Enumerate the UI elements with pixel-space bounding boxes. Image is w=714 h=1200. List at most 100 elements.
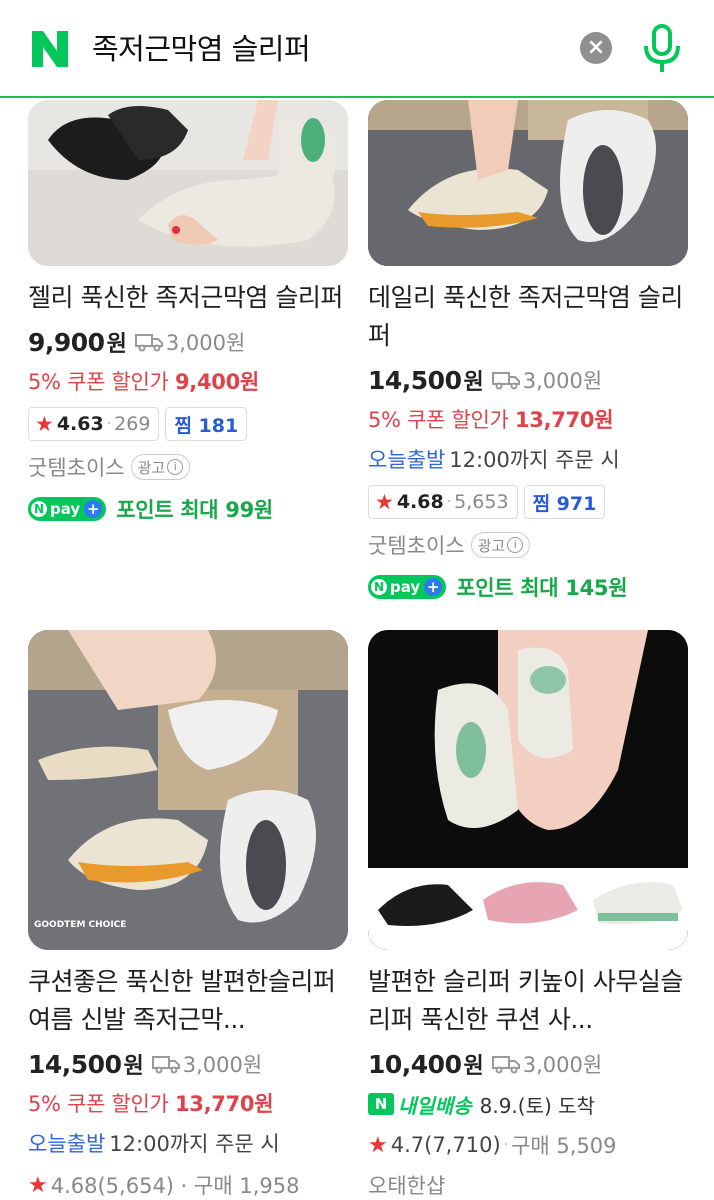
product-title[interactable]: 데일리 푹신한 족저근막염 슬리퍼 <box>368 279 688 355</box>
npay-label: pay <box>50 500 81 518</box>
rating-count: 269 <box>114 413 151 435</box>
truck-icon <box>151 1056 180 1074</box>
coupon-value: 9,400원 <box>174 370 259 394</box>
price: 10,400 <box>368 1049 462 1079</box>
product-image[interactable]: GOODTEM CHOICE <box>28 630 348 950</box>
purchase-count: 구매 5,509 <box>511 1134 617 1158</box>
product-title[interactable]: 젤리 푹신한 족저근막염 슬리퍼 <box>28 279 348 317</box>
ad-badge[interactable]: 광고 i <box>130 454 191 480</box>
price-unit: 원 <box>123 1054 144 1079</box>
product-image[interactable] <box>28 100 348 266</box>
shipping-fee: 3,000원 <box>491 1049 603 1079</box>
truck-icon <box>134 334 163 352</box>
price: 14,500 <box>28 1049 122 1079</box>
rating-row: ★ 4.7(7,710) · 구매 5,509 <box>368 1125 688 1165</box>
rating-value: 4.68 <box>396 491 444 513</box>
shop-row: 굿템초이스 광고 i <box>28 447 348 487</box>
coupon-price: 5% 쿠폰 할인가 9,400원 <box>28 363 348 401</box>
today-cutoff: 12:00까지 주문 시 <box>109 1132 280 1156</box>
info-icon: i <box>507 537 524 553</box>
delivery-row: N 내일배송 8.9.(토) 도착 <box>368 1085 688 1123</box>
search-header: 족저근막염 슬리퍼 × <box>0 0 714 98</box>
product-title[interactable]: 쿠션좋은 푹신한 발편한슬리퍼 여름 신발 족저근막... <box>28 963 348 1039</box>
npay-badge: Npay + <box>28 497 107 521</box>
plus-icon: + <box>424 578 443 596</box>
coupon-value: 13,770원 <box>514 408 614 432</box>
price-unit: 원 <box>106 332 127 357</box>
star-icon: ★ <box>375 490 394 514</box>
coupon-value: 13,770원 <box>174 1092 274 1116</box>
npay-row: Npay + 포인트 최대 99원 <box>28 489 348 529</box>
coupon-label: 5% 쿠폰 할인가 <box>368 408 509 432</box>
image-watermark: GOODTEM CHOICE <box>34 920 127 930</box>
separator: · <box>446 494 452 510</box>
npay-label: pay <box>390 578 421 596</box>
naver-n-icon: N <box>368 1093 394 1115</box>
product-card[interactable]: 데일리 푹신한 족저근막염 슬리퍼 14,500 원 3,000원 5% 쿠폰 … <box>368 100 688 607</box>
price-unit: 원 <box>463 370 484 395</box>
price-row: 14,500 원 3,000원 <box>28 1045 348 1083</box>
shipping-fee: 3,000원 <box>151 1049 263 1079</box>
coupon-label: 5% 쿠폰 할인가 <box>28 1092 169 1116</box>
product-card[interactable]: 발편한 슬리퍼 키높이 사무실슬리퍼 푹신한 쿠션 사... 10,400 원 … <box>368 630 688 1200</box>
point-text: 포인트 최대 99원 <box>116 498 273 522</box>
shop-row: 오태한샵 <box>368 1165 688 1200</box>
rating-value: 4.63 <box>56 413 104 435</box>
rating-count: 5,653 <box>454 491 509 513</box>
product-title[interactable]: 발편한 슬리퍼 키높이 사무실슬리퍼 푹신한 쿠션 사... <box>368 963 688 1039</box>
rating-badge: ★ 4.68 · 5,653 <box>368 485 518 519</box>
shop-row: 굿템초이스 광고 i <box>368 525 688 565</box>
price-row: 14,500 원 3,000원 <box>368 361 688 399</box>
point-text: 포인트 최대 145원 <box>456 576 628 600</box>
today-shipping: 오늘출발 12:00까지 주문 시 <box>28 1125 348 1163</box>
ad-label: 광고 <box>137 458 166 477</box>
price: 9,900 <box>28 327 105 357</box>
ad-label: 광고 <box>477 536 506 555</box>
star-icon: ★ <box>28 1172 48 1198</box>
price: 14,500 <box>368 365 462 395</box>
price-unit: 원 <box>463 1054 484 1079</box>
product-image[interactable] <box>368 630 688 950</box>
zzim-badge[interactable]: 찜 971 <box>523 485 606 519</box>
shop-name[interactable]: 오태한샵 <box>368 1170 445 1200</box>
info-icon: i <box>167 459 184 475</box>
ad-badge[interactable]: 광고 i <box>470 532 531 558</box>
shipping-fee: 3,000원 <box>491 365 602 395</box>
separator: · <box>106 416 112 432</box>
rating-row: ★ 4.68(5,654) · 구매 1,958 <box>28 1165 348 1200</box>
shop-name[interactable]: 굿템초이스 <box>28 452 125 482</box>
product-card[interactable]: 젤리 푹신한 족저근막염 슬리퍼 9,900 원 3,000원 5% 쿠폰 할인… <box>28 100 348 529</box>
today-label: 오늘출발 <box>368 448 446 472</box>
price-row: 10,400 원 3,000원 <box>368 1045 688 1083</box>
badge-row: ★ 4.63 · 269 찜 181 <box>28 405 348 443</box>
today-cutoff: 12:00까지 주문 시 <box>449 448 620 472</box>
clear-search-button[interactable]: × <box>580 32 612 64</box>
zzim-badge[interactable]: 찜 181 <box>165 407 248 441</box>
coupon-label: 5% 쿠폰 할인가 <box>28 370 169 394</box>
rating-badge: ★ 4.63 · 269 <box>28 407 160 441</box>
search-input[interactable]: 족저근막염 슬리퍼 <box>92 30 311 68</box>
delivery-date: 8.9.(토) 도착 <box>479 1093 595 1118</box>
star-icon: ★ <box>35 412 54 436</box>
truck-icon <box>491 372 520 390</box>
naver-n-icon: N <box>371 579 387 595</box>
delivery-label: 내일배송 <box>398 1093 472 1118</box>
product-image[interactable] <box>368 100 688 266</box>
plus-icon: + <box>84 500 103 518</box>
rating-summary: 4.68(5,654) · 구매 1,958 <box>50 1174 300 1198</box>
price-row: 9,900 원 3,000원 <box>28 323 348 361</box>
voice-search-icon[interactable] <box>640 22 684 74</box>
shop-name[interactable]: 굿템초이스 <box>368 530 465 560</box>
today-label: 오늘출발 <box>28 1132 106 1156</box>
product-card[interactable]: GOODTEM CHOICE 쿠션좋은 푹신한 발편한슬리퍼 여름 신발 족저근… <box>28 630 348 1200</box>
rating-value: 4.7(7,710) <box>390 1133 501 1157</box>
naver-logo-icon[interactable] <box>30 29 70 69</box>
shipping-fee-value: 3,000원 <box>165 331 246 355</box>
today-shipping: 오늘출발 12:00까지 주문 시 <box>368 441 688 479</box>
badge-row: ★ 4.68 · 5,653 찜 971 <box>368 483 688 521</box>
tomorrow-delivery-badge: N 내일배송 <box>368 1090 472 1119</box>
shipping-fee-value: 3,000원 <box>182 1053 263 1077</box>
separator: · <box>503 1137 509 1153</box>
shipping-fee-value: 3,000원 <box>522 1053 603 1077</box>
npay-row: Npay + 포인트 최대 145원 <box>368 567 688 607</box>
